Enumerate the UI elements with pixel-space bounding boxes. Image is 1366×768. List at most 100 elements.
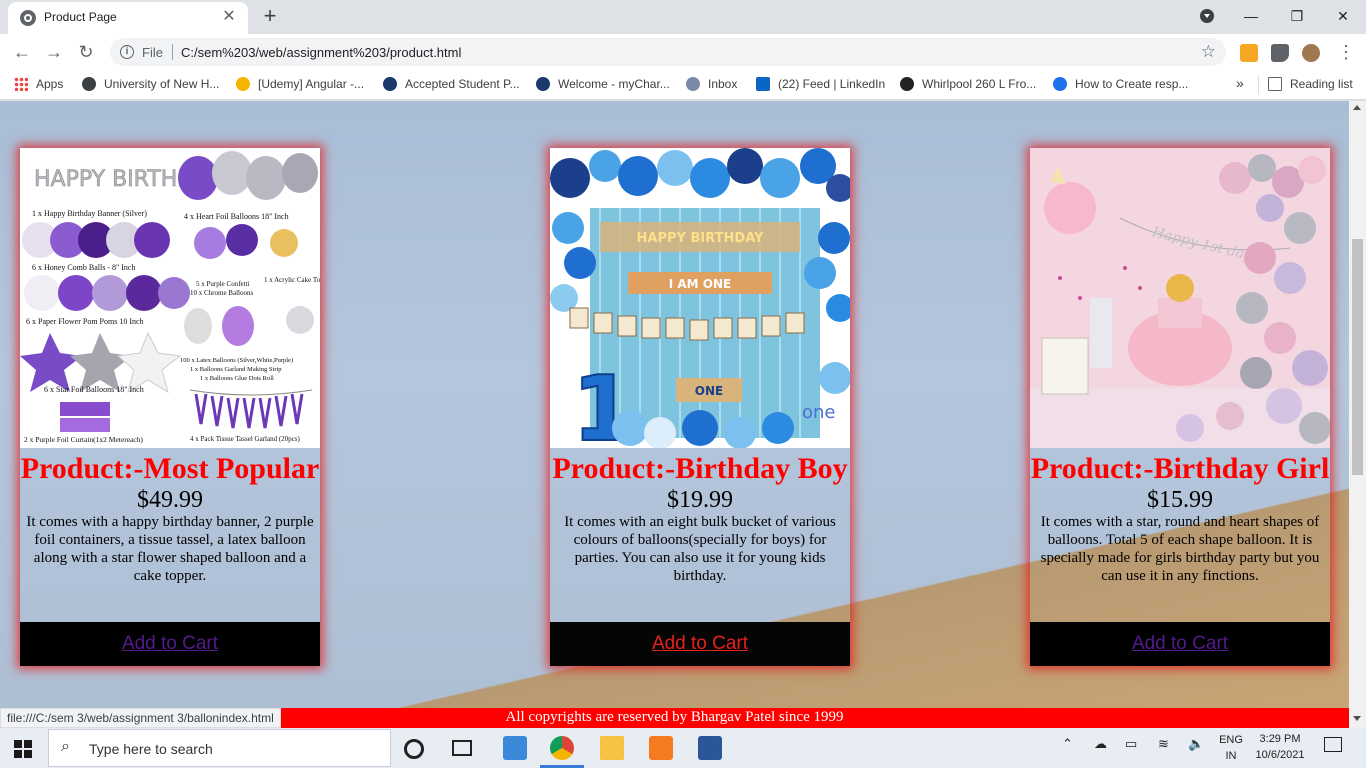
chrome-icon[interactable]	[550, 736, 574, 760]
product-price: $49.99	[137, 487, 203, 513]
reading-list-button[interactable]: Reading list	[1268, 77, 1353, 93]
product-card-most-popular: HAPPY BIRTHDAY 1 x Happy Birthday Banner…	[20, 148, 320, 666]
add-to-cart-button[interactable]: Add to Cart	[1030, 622, 1330, 666]
site-icon	[1053, 77, 1067, 91]
reading-list-icon	[1268, 77, 1282, 91]
product-title: Product:-Birthday Girl	[1030, 452, 1330, 485]
minimize-button[interactable]: —	[1228, 2, 1274, 30]
volume-icon[interactable]: 🔈	[1188, 736, 1204, 752]
clock-time: 3:29 PM	[1259, 733, 1301, 745]
product-description: It comes with an eight bulk bucket of va…	[564, 514, 836, 584]
image-text-word: one	[802, 402, 836, 423]
mail-icon	[686, 77, 700, 91]
bookmarks-bar: Apps University of New H... [Udemy] Angu…	[0, 70, 1366, 100]
product-price: $19.99	[667, 487, 733, 513]
tab-product-page[interactable]: Product Page ✕	[8, 2, 248, 34]
add-to-cart-button[interactable]: Add to Cart	[550, 622, 850, 666]
address-separator	[172, 44, 173, 60]
bookmark-star-icon[interactable]: ☆	[1201, 42, 1216, 62]
tab-strip: Product Page ✕ + — ❐ ✕	[0, 0, 1366, 34]
onedrive-icon[interactable]: ☁	[1094, 736, 1107, 752]
show-hidden-icons[interactable]: ⌃	[1062, 736, 1073, 752]
image-text-item: 5 x Purple Confetti	[196, 280, 250, 288]
close-window-button[interactable]: ✕	[1320, 2, 1366, 30]
windows-taskbar: ⌕ Type here to search ⌃ ☁ ▭ ≋ 🔈 ENG IN 3…	[0, 728, 1366, 768]
taskbar-clock[interactable]: 3:29 PM 10/6/2021	[1250, 731, 1310, 763]
udemy-icon	[236, 77, 250, 91]
image-text-one: ONE	[695, 384, 723, 398]
back-arrow-icon[interactable]: ←	[10, 40, 34, 64]
image-text-item: 4 x Pack Tissue Tassel Garland (20pcs)	[190, 435, 300, 443]
university-seal-icon	[536, 77, 550, 91]
scroll-up-arrow-icon[interactable]	[1353, 105, 1361, 110]
bookmark-inbox[interactable]: Inbox	[686, 77, 737, 93]
browser-toolbar: ← → ↻ i File C:/sem%203/web/assignment%2…	[0, 34, 1366, 70]
apps-grid-icon	[14, 77, 28, 91]
linkedin-icon	[756, 77, 770, 91]
profile-avatar[interactable]	[1302, 44, 1320, 62]
search-icon: ⌕	[61, 738, 70, 755]
extension-icon[interactable]	[1240, 44, 1258, 62]
task-view-icon[interactable]	[452, 740, 472, 756]
page-content: HAPPY BIRTHDAY 1 x Happy Birthday Banner…	[0, 101, 1349, 708]
product-description: It comes with a star, round and heart sh…	[1040, 514, 1320, 584]
address-bar[interactable]: i File C:/sem%203/web/assignment%203/pro…	[110, 38, 1226, 66]
bookmark-mycharger[interactable]: Welcome - myChar...	[536, 77, 670, 93]
product-title: Product:-Most Popular	[20, 452, 320, 485]
product-card-birthday-boy: HAPPY BIRTHDAY I AM ONE ONE 1 one Produc…	[550, 148, 850, 666]
image-text-item: 6 x Honey Comb Balls - 8" Inch	[32, 263, 135, 272]
puzzle-extensions-icon[interactable]	[1271, 44, 1289, 62]
tab-close-icon[interactable]: ✕	[220, 8, 238, 26]
status-bar-url: file:///C:/sem 3/web/assignment 3/ballon…	[0, 708, 281, 728]
bookmark-amazon[interactable]: Whirlpool 260 L Fro...	[900, 77, 1036, 93]
bookmark-accepted-student[interactable]: Accepted Student P...	[383, 77, 520, 93]
bookmark-linkedin[interactable]: (22) Feed | LinkedIn	[756, 77, 885, 93]
scrollbar-thumb[interactable]	[1352, 239, 1363, 475]
forward-arrow-icon[interactable]: →	[42, 40, 66, 64]
bookmark-apps[interactable]: Apps	[14, 77, 63, 93]
image-text-item: 4 x Heart Foil Balloons 18" Inch	[184, 212, 289, 221]
word-icon[interactable]	[698, 736, 722, 760]
wifi-icon[interactable]: ≋	[1158, 736, 1169, 752]
taskbar-search-box[interactable]: ⌕ Type here to search	[48, 729, 391, 767]
bookmarks-overflow-button[interactable]: »	[1236, 75, 1244, 91]
reload-icon[interactable]: ↻	[74, 40, 98, 64]
menu-kebab-icon[interactable]: ⋮	[1334, 40, 1358, 64]
maximize-button[interactable]: ❐	[1274, 2, 1320, 30]
product-description: It comes with a happy birthday banner, 2…	[26, 514, 314, 584]
bookmark-how-to-create[interactable]: How to Create resp...	[1053, 77, 1188, 93]
bookmark-udemy[interactable]: [Udemy] Angular -...	[236, 77, 364, 93]
xampp-icon[interactable]	[649, 736, 673, 760]
notifications-icon[interactable]	[1324, 737, 1342, 752]
product-image-birthday-girl: Happy 1st day	[1030, 148, 1330, 448]
taskbar-search-placeholder: Type here to search	[89, 741, 213, 757]
tab-search-icon[interactable]	[1200, 9, 1214, 23]
clock-date: 10/6/2021	[1255, 749, 1305, 761]
bookmark-unh[interactable]: University of New H...	[82, 77, 219, 93]
url-text[interactable]: C:/sem%203/web/assignment%203/product.ht…	[181, 45, 461, 60]
globe-icon	[82, 77, 96, 91]
image-text-item: 6 x Paper Flower Pom Poms 10 Inch	[26, 317, 144, 326]
language-code: ENG	[1219, 734, 1243, 746]
image-text-item: 1 x Acrylic Cake Topper	[264, 276, 320, 284]
tab-title: Product Page	[44, 10, 117, 24]
bookmarks-divider	[1258, 76, 1259, 94]
product-image-birthday-boy: HAPPY BIRTHDAY I AM ONE ONE 1 one	[550, 148, 850, 448]
cortana-icon[interactable]	[404, 739, 424, 759]
file-explorer-icon[interactable]	[600, 736, 624, 760]
page-scrollbar[interactable]	[1349, 101, 1366, 728]
region-code: IN	[1225, 750, 1237, 762]
globe-icon	[20, 10, 36, 26]
language-indicator[interactable]: ENG IN	[1216, 732, 1246, 764]
image-text-item: 2 x Purple Foil Curtain(1x2 Metereach)	[24, 435, 143, 444]
pinned-app-icon[interactable]	[503, 736, 527, 760]
add-to-cart-button[interactable]: Add to Cart	[20, 622, 320, 666]
new-tab-button[interactable]: +	[258, 5, 282, 29]
image-text-item: 1 x Balloons Garland Making Strip	[190, 366, 282, 373]
image-text-banner: HAPPY BIRTHDAY	[637, 231, 764, 246]
battery-icon[interactable]: ▭	[1125, 736, 1137, 752]
windows-start-icon[interactable]	[14, 740, 32, 758]
scroll-down-arrow-icon[interactable]	[1353, 716, 1361, 721]
info-icon[interactable]: i	[120, 45, 134, 59]
image-text-sub: I AM ONE	[669, 277, 732, 291]
